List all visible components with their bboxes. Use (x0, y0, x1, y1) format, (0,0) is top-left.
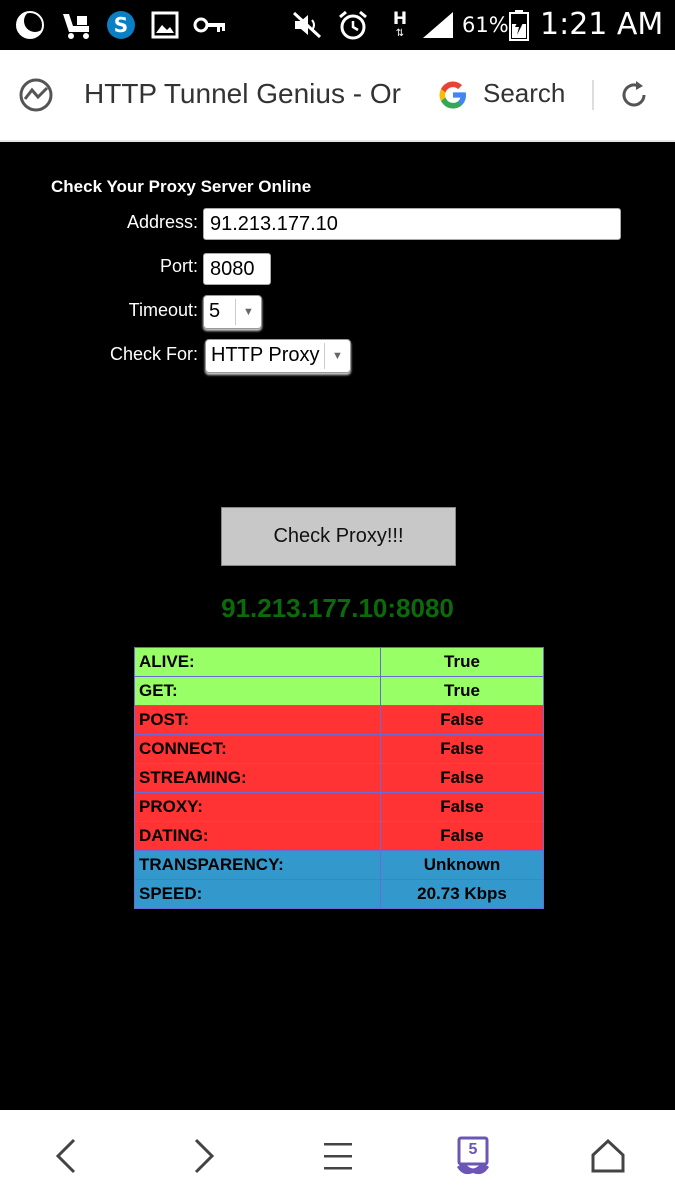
page-title[interactable]: HTTP Tunnel Genius - Or (84, 78, 410, 110)
tab-count: 5 (468, 1141, 478, 1158)
chevron-down-icon: ▼ (235, 299, 261, 325)
result-label: POST: (134, 705, 381, 735)
timeout-label: Timeout: (128, 300, 198, 320)
result-label: ALIVE: (134, 647, 381, 677)
address-input[interactable]: 91.213.177.10 (203, 208, 621, 240)
browser-toolbar: HTTP Tunnel Genius - Or Search (0, 50, 675, 142)
image-icon (150, 8, 180, 42)
result-address: 91.213.177.10:8080 (221, 593, 454, 623)
check-for-select[interactable]: HTTP Proxy ▼ (205, 339, 351, 373)
result-row: PROXY: False (134, 792, 544, 822)
signal-icon (420, 8, 456, 42)
alarm-icon (336, 8, 370, 42)
tabs-icon[interactable]: 5 (450, 1134, 496, 1180)
menu-icon[interactable] (316, 1134, 360, 1178)
result-value: False (380, 792, 544, 822)
network-h-icon: H ⇅ (392, 9, 408, 39)
skype-icon: S (104, 8, 138, 42)
result-row: STREAMING: False (134, 763, 544, 793)
result-row: TRANSPARENCY: Unknown (134, 850, 544, 880)
result-label: GET: (134, 676, 381, 706)
result-value: True (380, 676, 544, 706)
result-label: STREAMING: (134, 763, 381, 793)
moon-icon (14, 8, 46, 42)
page-content: Check Your Proxy Server Online Address: … (0, 150, 675, 1110)
port-input[interactable]: 8080 (203, 253, 271, 285)
check-proxy-button[interactable]: Check Proxy!!! (221, 507, 456, 566)
home-icon[interactable] (586, 1134, 630, 1178)
results-table: ALIVE: True GET: True POST: False CONNECT: Fals… (134, 647, 544, 909)
key-icon (192, 8, 228, 42)
clock: 1:21 AM (540, 7, 664, 42)
result-row: DATING: False (134, 821, 544, 851)
result-row: CONNECT: False (134, 734, 544, 764)
result-value: Unknown (380, 850, 544, 880)
status-bar: S H ⇅ 61% 1:21 AM (0, 0, 675, 50)
result-label: PROXY: (134, 792, 381, 822)
svg-text:S: S (114, 13, 128, 37)
back-icon[interactable] (44, 1134, 88, 1178)
page-heading: Check Your Proxy Server Online (51, 177, 312, 196)
result-row: ALIVE: True (134, 647, 544, 677)
result-value: False (380, 821, 544, 851)
result-value: 20.73 Kbps (380, 879, 544, 909)
toolbar-divider (592, 80, 594, 110)
address-label: Address: (126, 212, 198, 232)
search-button[interactable]: Search (483, 78, 565, 109)
bottom-nav: 5 (0, 1110, 675, 1200)
battery-percent: 61% (462, 13, 509, 37)
result-label: CONNECT: (134, 734, 381, 764)
forward-icon[interactable] (182, 1134, 226, 1178)
battery-icon (508, 8, 530, 42)
baby-stroller-icon (58, 8, 96, 42)
google-g-icon[interactable] (436, 78, 470, 112)
result-value: False (380, 763, 544, 793)
port-label: Port: (159, 256, 198, 276)
chevron-down-icon: ▼ (324, 343, 350, 369)
result-row: SPEED: 20.73 Kbps (134, 879, 544, 909)
timeout-select[interactable]: 5 ▼ (203, 295, 262, 329)
timeout-value: 5 (209, 300, 221, 322)
check-for-value: HTTP Proxy (211, 344, 320, 366)
result-row: POST: False (134, 705, 544, 735)
result-label: DATING: (134, 821, 381, 851)
result-value: True (380, 647, 544, 677)
result-value: False (380, 734, 544, 764)
result-row: GET: True (134, 676, 544, 706)
check-for-label: Check For: (109, 344, 198, 364)
refresh-icon[interactable] (618, 79, 650, 111)
mute-icon (290, 8, 324, 42)
result-value: False (380, 705, 544, 735)
result-label: TRANSPARENCY: (134, 850, 381, 880)
result-label: SPEED: (134, 879, 381, 909)
site-logo-icon[interactable] (18, 77, 54, 113)
